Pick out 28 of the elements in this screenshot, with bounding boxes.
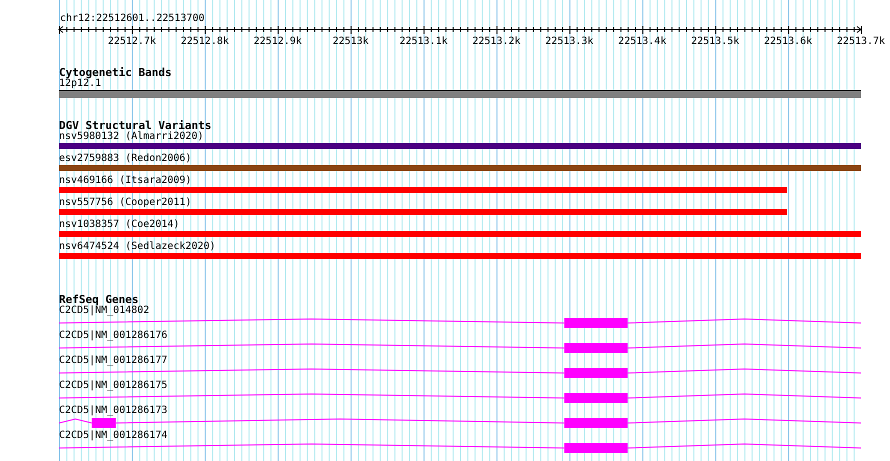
track-title: Cytogenetic Bands	[59, 67, 172, 78]
variant-label: nsv6474524 (Sedlazeck2020)	[59, 241, 216, 252]
gene-label: C2CD5|NM_014802	[59, 305, 150, 316]
gene-label: C2CD5|NM_001286174	[59, 430, 168, 441]
tick-label: 22513.5k	[691, 36, 740, 47]
tick-label: 22512.8k	[180, 36, 229, 47]
tick-label: 22513.2k	[472, 36, 521, 47]
band-label: 12p12.1	[59, 78, 102, 89]
variant-label: esv2759883 (Redon2006)	[59, 153, 192, 164]
tick-label: 22512.7k	[108, 36, 156, 47]
tick-label: 22513.1k	[399, 36, 448, 47]
tick-label: 22513.3k	[545, 36, 594, 47]
tick-label: 22513k	[332, 36, 369, 47]
gene-label: C2CD5|NM_001286176	[59, 330, 168, 341]
variant-label: nsv5980132 (Almarri2020)	[59, 131, 204, 142]
variant-label: nsv469166 (Itsara2009)	[59, 175, 192, 186]
tick-label: 22513.6k	[764, 36, 812, 47]
variant-label: nsv557756 (Cooper2011)	[59, 197, 192, 208]
tick-label: 22513.7k	[836, 36, 886, 47]
track-title: DGV Structural Variants	[59, 120, 212, 131]
gene-label: C2CD5|NM_001286177	[59, 355, 168, 366]
track-title: RefSeq Genes	[59, 294, 138, 305]
location-label: chr12:22512601..22513700	[60, 13, 204, 24]
variant-label: nsv1038357 (Coe2014)	[59, 219, 180, 230]
gene-label: C2CD5|NM_001286175	[59, 380, 168, 391]
tick-label: 22513.4k	[618, 36, 666, 47]
tick-label: 22512.9k	[254, 36, 302, 47]
gene-label: C2CD5|NM_001286173	[59, 405, 168, 416]
